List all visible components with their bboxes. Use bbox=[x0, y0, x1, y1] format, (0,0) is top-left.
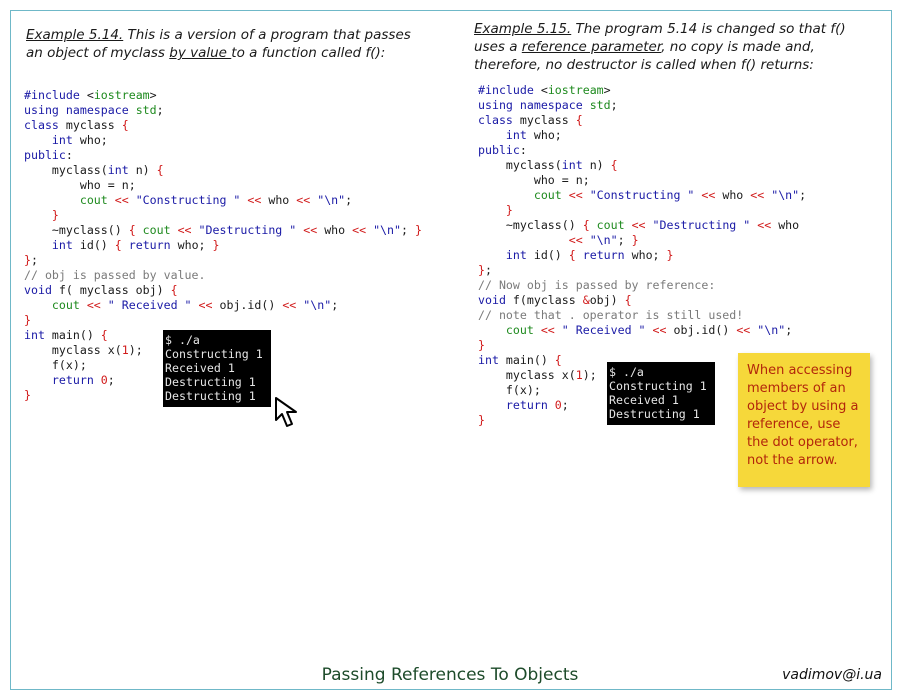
left-caption-part2: to a function called f(): bbox=[231, 45, 386, 61]
right-caption-ref: Example 5.15. bbox=[474, 21, 572, 37]
terminal-line: Received 1 bbox=[165, 361, 235, 375]
terminal-line: $ ./a bbox=[609, 365, 644, 379]
terminal-line: Destructing 1 bbox=[165, 375, 256, 389]
left-terminal-output: $ ./a Constructing 1 Received 1 Destructing… bbox=[163, 330, 271, 407]
terminal-line: $ ./a bbox=[165, 333, 200, 347]
terminal-line: Destructing 1 bbox=[609, 407, 700, 421]
author-email: vadimov@i.ua bbox=[782, 667, 882, 683]
mouse-pointer-icon bbox=[275, 397, 297, 427]
right-caption-ref-param: reference parameter bbox=[521, 39, 662, 55]
slide-title: Passing References To Objects bbox=[321, 665, 579, 685]
left-caption-by-value: by value bbox=[169, 45, 232, 61]
left-caption-ref: Example 5.14. bbox=[26, 27, 124, 43]
terminal-line: Destructing 1 bbox=[165, 389, 256, 403]
terminal-line: Constructing 1 bbox=[609, 379, 707, 393]
right-caption: Example 5.15. The program 5.14 is change… bbox=[474, 20, 854, 74]
right-terminal-output: $ ./a Constructing 1 Received 1 Destructing… bbox=[607, 362, 715, 425]
terminal-line: Received 1 bbox=[609, 393, 679, 407]
sticky-note: When accessing members of an object by u… bbox=[738, 353, 870, 487]
left-caption: Example 5.14. This is a version of a pro… bbox=[26, 26, 431, 62]
terminal-line: Constructing 1 bbox=[165, 347, 263, 361]
